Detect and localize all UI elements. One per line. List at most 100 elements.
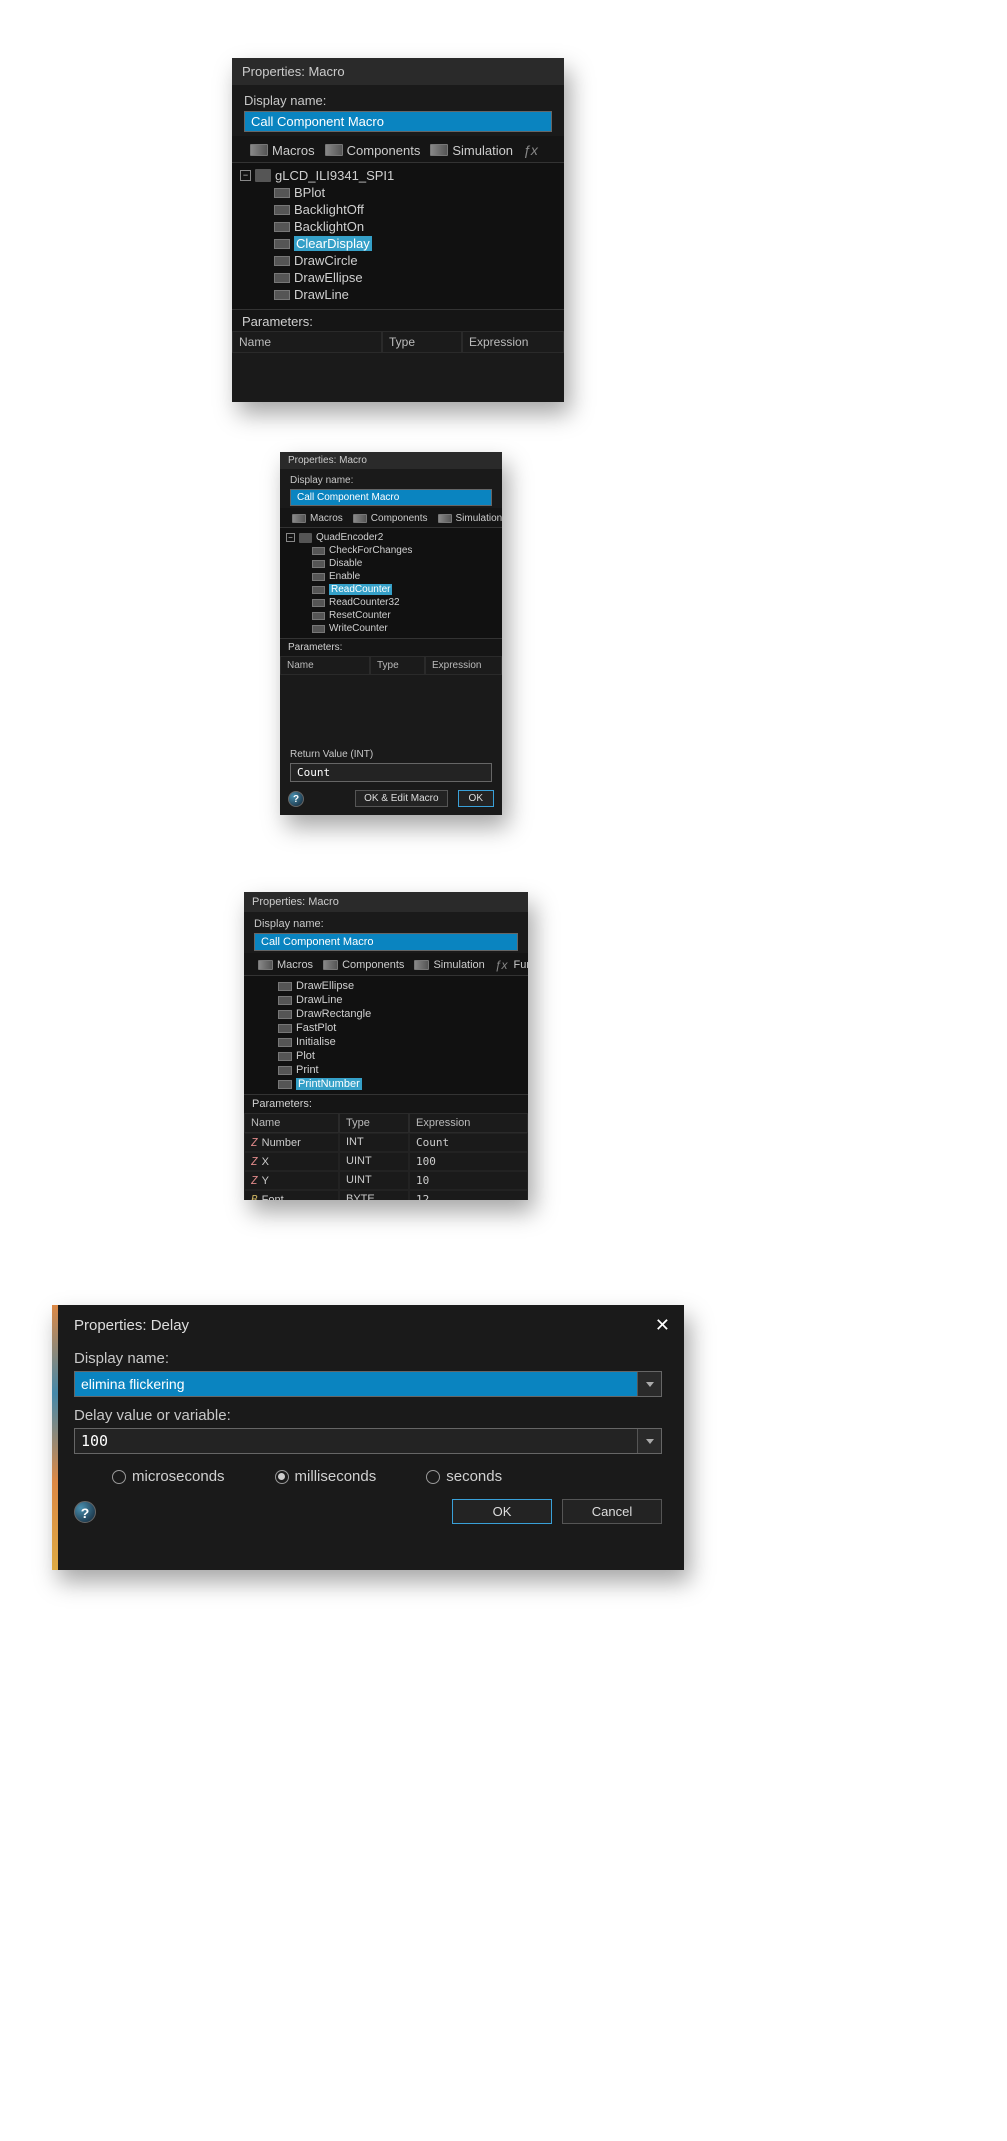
macro-tree[interactable]: − gLCD_ILI9341_SPI1 BPlotBacklightOffBac… [232, 163, 564, 309]
display-name-label: Display name: [74, 1350, 662, 1367]
ok-button[interactable]: OK [458, 790, 494, 807]
radio-milliseconds[interactable]: milliseconds [275, 1468, 377, 1485]
return-value-input[interactable]: Count [290, 763, 492, 782]
param-expression[interactable]: 100 [409, 1152, 528, 1171]
tree-item[interactable]: Disable [286, 557, 496, 570]
tree-item[interactable]: ReadCounter32 [286, 596, 496, 609]
panel-title: Properties: Macro [280, 452, 502, 469]
tree-root[interactable]: − QuadEncoder2 [286, 531, 496, 544]
header-name: Name [232, 331, 382, 353]
tree-item[interactable]: ClearDisplay [240, 235, 556, 252]
tab-macros[interactable]: Macros [277, 959, 313, 971]
tree-item[interactable]: ReadCounter [286, 583, 496, 596]
help-icon[interactable]: ? [74, 1501, 96, 1523]
display-name-input[interactable]: Call Component Macro [290, 489, 492, 506]
tree-item[interactable]: DrawLine [250, 993, 522, 1007]
tree-item-label: BacklightOn [294, 219, 364, 234]
file-icon [274, 205, 290, 215]
file-icon [274, 256, 290, 266]
radio-seconds[interactable]: seconds [426, 1468, 502, 1485]
header-type: Type [382, 331, 462, 353]
tree-item[interactable]: BacklightOff [240, 201, 556, 218]
header-expression: Expression [462, 331, 564, 353]
tree-item[interactable]: BacklightOn [240, 218, 556, 235]
display-name-value: Call Component Macro [291, 490, 491, 505]
tree-item-label: ReadCounter32 [329, 597, 400, 608]
fx-icon: ƒx [495, 958, 508, 972]
tree-item[interactable]: BPlot [240, 184, 556, 201]
file-icon [274, 290, 290, 300]
tab-simulation[interactable]: Simulation [452, 143, 513, 158]
file-icon [274, 188, 290, 198]
display-name-input[interactable]: elimina flickering [74, 1371, 662, 1397]
display-name-input[interactable]: Call Component Macro [254, 933, 518, 951]
display-name-value: Call Component Macro [245, 112, 551, 131]
tree-item-label: DrawCircle [294, 253, 358, 268]
tree-item[interactable]: Plot [250, 1049, 522, 1063]
tree-item[interactable]: ResetCounter [286, 609, 496, 622]
tree-item[interactable]: CheckForChanges [286, 544, 496, 557]
tree-item[interactable]: DrawEllipse [250, 979, 522, 993]
tree-item-label: DrawRectangle [296, 1008, 371, 1020]
ok-edit-macro-button[interactable]: OK & Edit Macro [355, 790, 447, 807]
file-icon [278, 1024, 292, 1033]
display-name-label: Display name: [254, 918, 518, 930]
tree-item[interactable]: DrawLine [240, 286, 556, 303]
parameters-grid: Name Type Expression [232, 331, 564, 353]
cancel-button[interactable]: Cancel [562, 1499, 662, 1524]
tree-root[interactable]: − gLCD_ILI9341_SPI1 [240, 167, 556, 184]
tree-item[interactable]: DrawCircle [240, 252, 556, 269]
header-name: Name [280, 656, 370, 675]
expander-icon[interactable]: − [286, 533, 295, 542]
tree-item[interactable]: FastPlot [250, 1021, 522, 1035]
tree-item[interactable]: PrintNumber [250, 1077, 522, 1091]
parameters-grid[interactable]: Name Type Expression ZNumberINTCountZXUI… [244, 1113, 528, 1200]
param-name[interactable]: BFont [244, 1190, 339, 1200]
close-icon[interactable]: ✕ [655, 1315, 670, 1336]
tab-macros[interactable]: Macros [272, 143, 315, 158]
tree-item[interactable]: WriteCounter [286, 622, 496, 635]
file-icon [274, 239, 290, 249]
tree-item-label: Disable [329, 558, 362, 569]
radio-milliseconds-label: milliseconds [295, 1468, 377, 1485]
macro-tree[interactable]: DrawEllipseDrawLineDrawRectangleFastPlot… [244, 976, 528, 1094]
delay-value-input[interactable]: 100 [74, 1428, 662, 1454]
param-expression[interactable]: 12 [409, 1190, 528, 1200]
tab-functions[interactable]: Functions [513, 959, 528, 971]
tab-macros[interactable]: Macros [310, 513, 343, 524]
expander-icon[interactable]: − [240, 170, 251, 181]
display-name-label: Display name: [244, 93, 552, 108]
tab-components[interactable]: Components [371, 513, 428, 524]
tree-item[interactable]: Enable [286, 570, 496, 583]
param-name[interactable]: ZY [244, 1171, 339, 1190]
tab-simulation[interactable]: Simulation [456, 513, 503, 524]
panel-title: Properties: Delay [74, 1317, 189, 1334]
tree-item[interactable]: Initialise [250, 1035, 522, 1049]
dropdown-button[interactable] [637, 1372, 661, 1396]
param-name[interactable]: ZNumber [244, 1133, 339, 1152]
tab-components[interactable]: Components [347, 143, 421, 158]
help-icon[interactable]: ? [288, 791, 304, 807]
tree-item[interactable]: Print [250, 1063, 522, 1077]
dropdown-button[interactable] [637, 1429, 661, 1453]
display-name-value: elimina flickering [75, 1372, 637, 1396]
tab-components[interactable]: Components [342, 959, 404, 971]
tree-item-label: DrawLine [294, 287, 349, 302]
file-icon [278, 996, 292, 1005]
param-name[interactable]: ZX [244, 1152, 339, 1171]
param-expression[interactable]: Count [409, 1133, 528, 1152]
macro-tree[interactable]: − QuadEncoder2 CheckForChangesDisable Ena… [280, 528, 502, 638]
tab-simulation[interactable]: Simulation [433, 959, 484, 971]
side-strip [52, 1305, 58, 1570]
tabs-row: Macros Components Simulation ƒx Function… [244, 953, 528, 976]
display-name-input[interactable]: Call Component Macro [244, 111, 552, 132]
macros-icon [292, 514, 306, 523]
tree-item[interactable]: DrawRectangle [250, 1007, 522, 1021]
tree-item-label: ClearDisplay [294, 236, 372, 251]
param-type: BYTE [339, 1190, 409, 1200]
ok-button[interactable]: OK [452, 1499, 552, 1524]
tree-item[interactable]: DrawEllipse [240, 269, 556, 286]
param-expression[interactable]: 10 [409, 1171, 528, 1190]
tree-item-label: Enable [329, 571, 360, 582]
radio-microseconds[interactable]: microseconds [112, 1468, 225, 1485]
